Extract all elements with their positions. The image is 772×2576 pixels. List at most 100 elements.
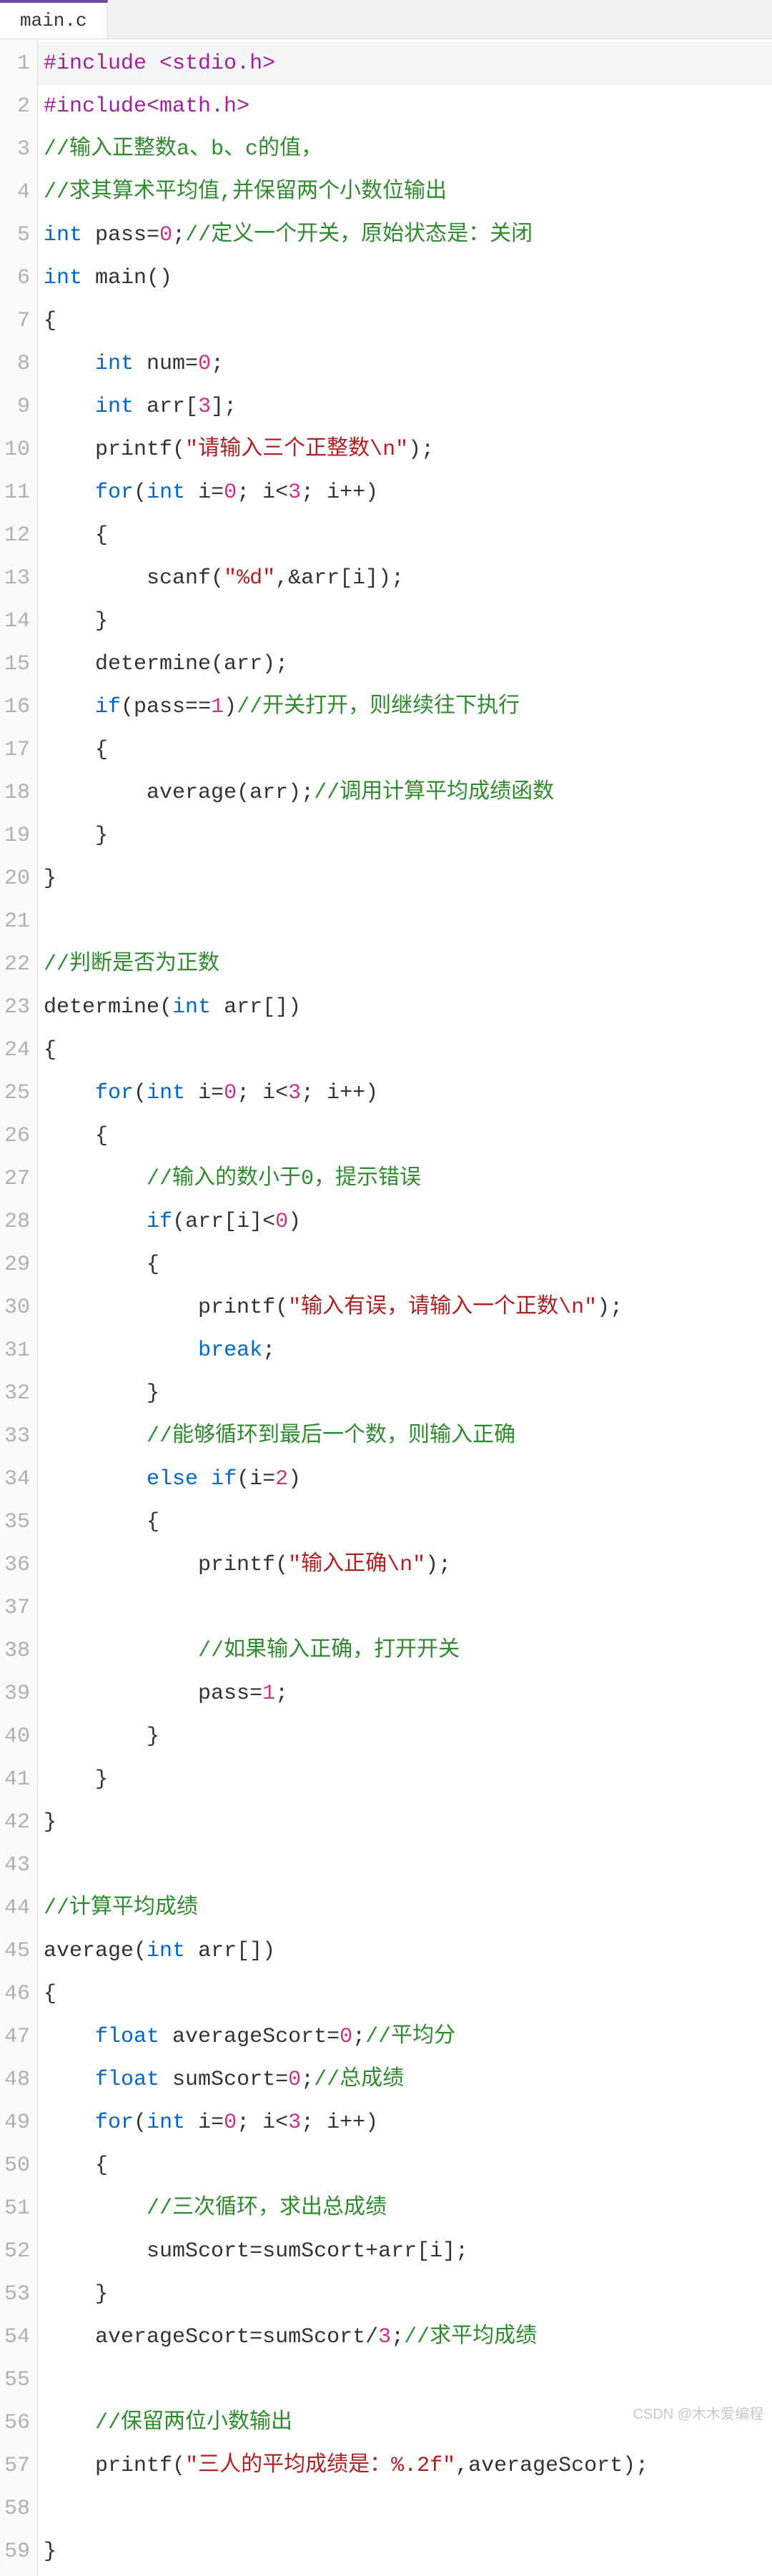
token-kw: int xyxy=(147,1939,185,1963)
code-line[interactable]: { xyxy=(38,1029,772,1072)
code-line[interactable]: { xyxy=(38,729,772,771)
token-id: (i= xyxy=(237,1467,275,1491)
code-line[interactable]: } xyxy=(38,857,772,900)
code-line[interactable]: int pass=0;//定义一个开关，原始状态是：关闭 xyxy=(38,214,772,257)
code-line[interactable]: #include<math.h> xyxy=(38,85,772,128)
code-line[interactable] xyxy=(38,1844,772,1887)
code-line[interactable]: } xyxy=(38,1715,772,1758)
code-line[interactable]: //输入正整数a、b、c的值， xyxy=(38,128,772,171)
code-line[interactable]: #include <stdio.h> xyxy=(38,42,772,85)
code-line[interactable]: //如果输入正确，打开开关 xyxy=(38,1629,772,1672)
token-id: ; i< xyxy=(237,480,288,505)
token-num: 3 xyxy=(378,2325,391,2349)
code-line[interactable]: //求其算术平均值,并保留两个小数位输出 xyxy=(38,171,772,214)
code-line[interactable]: //能够循环到最后一个数，则输入正确 xyxy=(38,1415,772,1458)
code-line[interactable]: } xyxy=(38,2273,772,2316)
token-id: determine( xyxy=(44,995,172,1020)
code-line[interactable]: average(arr);//调用计算平均成绩函数 xyxy=(38,771,772,814)
token-kw: for xyxy=(95,1081,134,1105)
code-area[interactable]: #include <stdio.h>#include<math.h>//输入正整… xyxy=(37,39,772,2576)
code-line[interactable]: } xyxy=(38,2530,772,2573)
line-number: 3 xyxy=(4,128,30,171)
token-num: 1 xyxy=(211,695,224,719)
code-line[interactable]: if(arr[i]<0) xyxy=(38,1200,772,1243)
line-number: 51 xyxy=(4,2187,30,2230)
code-line[interactable]: //计算平均成绩 xyxy=(38,1887,772,1930)
token-id: i= xyxy=(185,1081,224,1105)
line-number: 56 xyxy=(4,2402,30,2444)
code-line[interactable]: break; xyxy=(38,1329,772,1372)
code-line[interactable]: for(int i=0; i<3; i++) xyxy=(38,471,772,514)
token-id xyxy=(44,2068,95,2092)
code-line[interactable]: { xyxy=(38,300,772,342)
token-id: ; xyxy=(262,1338,275,1363)
line-number: 54 xyxy=(4,2316,30,2359)
code-line[interactable]: int num=0; xyxy=(38,342,772,385)
line-number: 37 xyxy=(4,1586,30,1629)
code-line[interactable]: determine(arr); xyxy=(38,643,772,686)
code-line[interactable]: if(pass==1)//开关打开，则继续往下执行 xyxy=(38,686,772,729)
code-line[interactable]: { xyxy=(38,1243,772,1286)
code-line[interactable]: determine(int arr[]) xyxy=(38,986,772,1029)
token-cm: //总成绩 xyxy=(314,2068,404,2092)
code-line[interactable]: { xyxy=(38,2144,772,2187)
line-number: 13 xyxy=(4,557,30,600)
code-line[interactable] xyxy=(38,1586,772,1629)
code-line[interactable]: float averageScort=0;//平均分 xyxy=(38,2015,772,2058)
line-number: 18 xyxy=(4,771,30,814)
tab-main-c[interactable]: main.c xyxy=(0,0,108,39)
code-line[interactable]: scanf("%d",&arr[i]); xyxy=(38,557,772,600)
code-line[interactable]: int main() xyxy=(38,257,772,300)
code-line[interactable]: //输入的数小于0，提示错误 xyxy=(38,1158,772,1200)
code-line[interactable]: { xyxy=(38,514,772,557)
token-id: ; i++) xyxy=(301,1081,378,1105)
code-line[interactable] xyxy=(38,2359,772,2402)
code-line[interactable]: for(int i=0; i<3; i++) xyxy=(38,1072,772,1115)
line-number: 58 xyxy=(4,2487,30,2530)
code-line[interactable]: printf("输入正确\n"); xyxy=(38,1544,772,1586)
line-number: 40 xyxy=(4,1715,30,1758)
code-line[interactable]: { xyxy=(38,1973,772,2015)
code-line[interactable]: float sumScort=0;//总成绩 xyxy=(38,2058,772,2101)
token-id: } xyxy=(44,1810,56,1835)
code-line[interactable]: int arr[3]; xyxy=(38,385,772,428)
code-line[interactable]: printf("输入有误，请输入一个正数\n"); xyxy=(38,1286,772,1329)
token-id: printf( xyxy=(44,2454,185,2478)
code-line[interactable]: } xyxy=(38,1372,772,1415)
code-line[interactable]: } xyxy=(38,1758,772,1801)
code-line[interactable]: //三次循环，求出总成绩 xyxy=(38,2187,772,2230)
token-id: ,&arr[i]); xyxy=(275,566,404,591)
token-id: { xyxy=(44,1982,56,2006)
token-id: } xyxy=(44,1724,159,1749)
code-line[interactable] xyxy=(38,2487,772,2530)
token-id xyxy=(44,1210,147,1234)
line-number: 12 xyxy=(4,514,30,557)
code-line[interactable]: else if(i=2) xyxy=(38,1458,772,1501)
code-line[interactable]: { xyxy=(38,1115,772,1158)
token-id: printf( xyxy=(44,1296,288,1320)
code-line[interactable]: } xyxy=(38,814,772,857)
code-line[interactable]: for(int i=0; i<3; i++) xyxy=(38,2101,772,2144)
token-id: } xyxy=(44,1767,108,1792)
token-id xyxy=(44,480,95,505)
code-line[interactable]: } xyxy=(38,600,772,643)
token-id: ; xyxy=(301,2068,314,2092)
token-id: arr[ xyxy=(134,395,198,419)
code-line[interactable]: //判断是否为正数 xyxy=(38,943,772,986)
code-line[interactable]: average(int arr[]) xyxy=(38,1930,772,1973)
code-editor[interactable]: 1234567891011121314151617181920212223242… xyxy=(0,39,772,2576)
code-line[interactable]: } xyxy=(38,1801,772,1844)
token-id: ; i< xyxy=(237,1081,288,1105)
code-line[interactable]: { xyxy=(38,1501,772,1544)
code-line[interactable]: pass=1; xyxy=(38,1672,772,1715)
code-line[interactable]: printf("请输入三个正整数\n"); xyxy=(38,428,772,471)
code-line[interactable] xyxy=(38,900,772,943)
token-id: (arr[i]< xyxy=(172,1210,275,1234)
code-line[interactable]: sumScort=sumScort+arr[i]; xyxy=(38,2230,772,2273)
token-id xyxy=(44,1081,95,1105)
line-number: 42 xyxy=(4,1801,30,1844)
line-number: 48 xyxy=(4,2058,30,2101)
code-line[interactable]: printf("三人的平均成绩是：%.2f",averageScort); xyxy=(38,2444,772,2487)
tab-bar: main.c xyxy=(0,0,772,39)
code-line[interactable]: averageScort=sumScort/3;//求平均成绩 xyxy=(38,2316,772,2359)
